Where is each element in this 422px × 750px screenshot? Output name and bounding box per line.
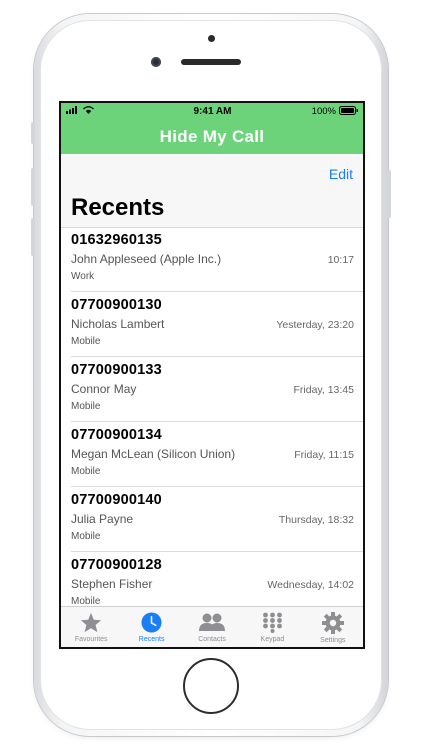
call-time: Thursday, 18:32 [278,514,354,526]
call-time: Yesterday, 23:20 [276,319,354,331]
signal-icon [66,106,80,117]
screen: 9:41 AM 100% Hide My Call Edit Recents 0… [59,101,365,649]
call-time: Friday, 11:15 [294,449,354,461]
list-item[interactable]: 07700900134 Megan McLean (Silicon Union)… [71,422,363,487]
number-type: Mobile [71,336,101,347]
call-number: 07700900134 [71,427,162,443]
earpiece-speaker [181,59,241,65]
call-number: 07700900140 [71,492,162,508]
tab-label: Favourites [74,636,108,643]
number-type: Mobile [71,401,101,412]
number-type: Work [71,271,95,282]
keypad-icon [262,612,283,633]
contact-name: Julia Payne [71,512,134,526]
call-time: Friday, 13:45 [293,384,354,396]
tab-settings[interactable]: Settings [303,607,363,647]
list-item[interactable]: 07700900133 Connor May Mobile Friday, 13… [71,357,363,422]
page-title: Recents [71,194,165,221]
edit-button[interactable]: Edit [329,166,353,182]
volume-down-button [31,218,35,256]
list-item[interactable]: 01632960135 John Appleseed (Apple Inc.) … [71,227,363,292]
home-button[interactable] [183,658,239,714]
tab-contacts[interactable]: Contacts [182,607,242,647]
status-time: 9:41 AM [193,106,232,117]
battery-percent: 100% [311,106,336,117]
contact-name: Nicholas Lambert [71,317,165,331]
contacts-icon [198,612,226,633]
list-item[interactable]: 07700900130 Nicholas Lambert Mobile Yest… [71,292,363,357]
power-button [387,170,391,218]
call-number: 07700900133 [71,362,162,378]
call-time: Wednesday, 14:02 [267,579,354,591]
tab-label: Settings [320,637,346,644]
recents-list: 01632960135 John Appleseed (Apple Inc.) … [61,227,363,607]
list-item[interactable]: 07700900128 Stephen Fisher Mobile Wednes… [71,552,363,607]
star-icon [80,612,102,633]
volume-up-button [31,168,35,206]
front-camera [151,57,161,67]
tab-keypad[interactable]: Keypad [242,607,302,647]
number-type: Mobile [71,531,101,542]
wifi-icon [83,106,94,117]
contact-name: Stephen Fisher [71,577,153,591]
tab-bar: Favourites Recents Contacts Keypad Setti… [61,606,363,647]
tab-favourites[interactable]: Favourites [61,607,121,647]
tab-label: Keypad [260,636,285,643]
app-title: Hide My Call [61,120,363,154]
call-time: 10:17 [327,254,354,266]
tab-label: Recents [138,636,165,643]
tab-recents[interactable]: Recents [121,607,181,647]
number-type: Mobile [71,466,101,477]
call-number: 07700900128 [71,557,162,573]
contact-name: John Appleseed (Apple Inc.) [71,252,222,266]
proximity-sensor [208,35,215,42]
status-bar: 9:41 AM 100% [61,103,363,120]
list-item[interactable]: 07700900140 Julia Payne Mobile Thursday,… [71,487,363,552]
tab-label: Contacts [198,636,226,643]
gear-icon [321,612,344,634]
battery-icon [338,105,359,118]
recents-header: Edit Recents [61,154,363,228]
call-number: 01632960135 [71,232,162,248]
contact-name: Connor May [71,382,137,396]
call-number: 07700900130 [71,297,162,313]
mute-switch [31,122,35,144]
clock-icon [141,612,162,633]
contact-name: Megan McLean (Silicon Union) [71,447,236,461]
